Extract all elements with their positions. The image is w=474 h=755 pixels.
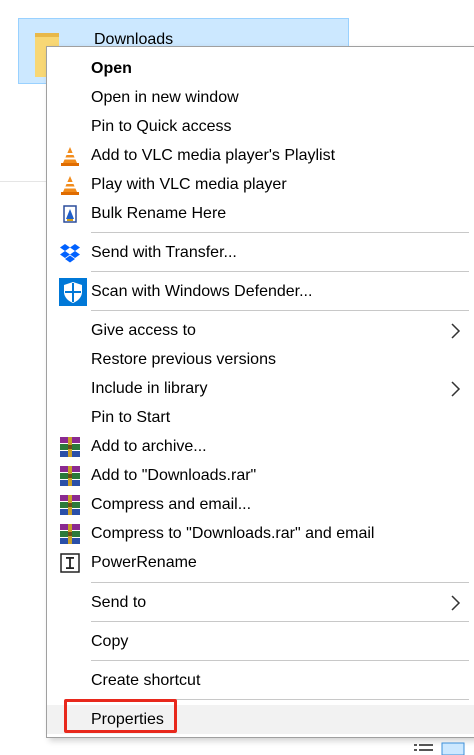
menu-item-label: Scan with Windows Defender...	[91, 283, 313, 300]
menu-item-label: Compress and email...	[91, 496, 252, 513]
winrar-icon	[60, 524, 80, 544]
menu-item-label: Add to archive...	[91, 438, 207, 455]
menu-separator	[91, 660, 469, 661]
powerrename-icon	[60, 553, 80, 573]
menu-item-label: Open in new window	[91, 89, 239, 106]
menu-separator	[91, 310, 469, 311]
chevron-right-icon	[451, 595, 461, 611]
view-toggle-icons	[414, 742, 465, 755]
menu-item-vlc-play[interactable]: Play with VLC media player	[47, 170, 474, 199]
menu-item-label: Pin to Quick access	[91, 118, 232, 135]
menu-item-add-archive[interactable]: Add to archive...	[47, 432, 474, 461]
highlight-box	[64, 699, 177, 733]
menu-item-compress-email[interactable]: Compress and email...	[47, 490, 474, 519]
winrar-icon	[60, 495, 80, 515]
winrar-icon	[60, 466, 80, 486]
menu-item-label: Add to VLC media player's Playlist	[91, 147, 336, 164]
menu-item-label: Add to "Downloads.rar"	[91, 467, 257, 484]
menu-item-label: Copy	[91, 633, 129, 650]
menu-item-defender-scan[interactable]: Scan with Windows Defender...	[47, 277, 474, 306]
menu-separator	[91, 271, 469, 272]
menu-item-label: Bulk Rename Here	[91, 205, 227, 222]
menu-item-label: Restore previous versions	[91, 351, 276, 368]
menu-item-vlc-playlist[interactable]: Add to VLC media player's Playlist	[47, 141, 474, 170]
menu-item-compress-rar-email[interactable]: Compress to "Downloads.rar" and email	[47, 519, 474, 548]
menu-item-label: Play with VLC media player	[91, 176, 287, 193]
menu-item-powerrename[interactable]: PowerRename	[47, 548, 474, 577]
menu-item-label: Give access to	[91, 322, 196, 339]
dropbox-icon	[60, 244, 80, 263]
context-menu: Open Open in new window Pin to Quick acc…	[46, 46, 474, 738]
menu-item-label: Include in library	[91, 380, 208, 397]
large-icons-view-icon	[441, 742, 465, 755]
menu-item-pin-quick-access[interactable]: Pin to Quick access	[47, 112, 474, 141]
menu-item-label: Send to	[91, 594, 147, 611]
menu-item-pin-start[interactable]: Pin to Start	[47, 403, 474, 432]
menu-item-include-library[interactable]: Include in library	[47, 374, 474, 403]
defender-shield-icon	[59, 278, 87, 306]
vlc-cone-icon	[61, 176, 79, 195]
chevron-right-icon	[451, 323, 461, 339]
menu-separator	[91, 621, 469, 622]
menu-item-bulk-rename[interactable]: Bulk Rename Here	[47, 199, 474, 228]
menu-item-send-to[interactable]: Send to	[47, 588, 474, 617]
details-view-icon	[414, 744, 433, 751]
chevron-right-icon	[451, 381, 461, 397]
divider	[0, 181, 47, 182]
menu-item-label: Open	[91, 60, 132, 77]
bulk-rename-icon	[63, 205, 77, 223]
menu-item-label: Pin to Start	[91, 409, 171, 426]
winrar-icon	[60, 437, 80, 457]
menu-item-open[interactable]: Open	[47, 54, 474, 83]
menu-item-create-shortcut[interactable]: Create shortcut	[47, 666, 474, 695]
menu-item-add-downloads-rar[interactable]: Add to "Downloads.rar"	[47, 461, 474, 490]
menu-separator	[91, 582, 469, 583]
menu-item-label: Send with Transfer...	[91, 244, 237, 261]
menu-item-send-transfer[interactable]: Send with Transfer...	[47, 238, 474, 267]
menu-separator	[91, 232, 469, 233]
vlc-cone-icon	[61, 147, 79, 166]
menu-item-label: Compress to "Downloads.rar" and email	[91, 525, 375, 542]
menu-item-give-access[interactable]: Give access to	[47, 316, 474, 345]
menu-item-open-new-window[interactable]: Open in new window	[47, 83, 474, 112]
menu-item-copy[interactable]: Copy	[47, 627, 474, 656]
menu-item-restore-versions[interactable]: Restore previous versions	[47, 345, 474, 374]
menu-item-label: PowerRename	[91, 554, 197, 571]
menu-item-label: Create shortcut	[91, 672, 201, 689]
